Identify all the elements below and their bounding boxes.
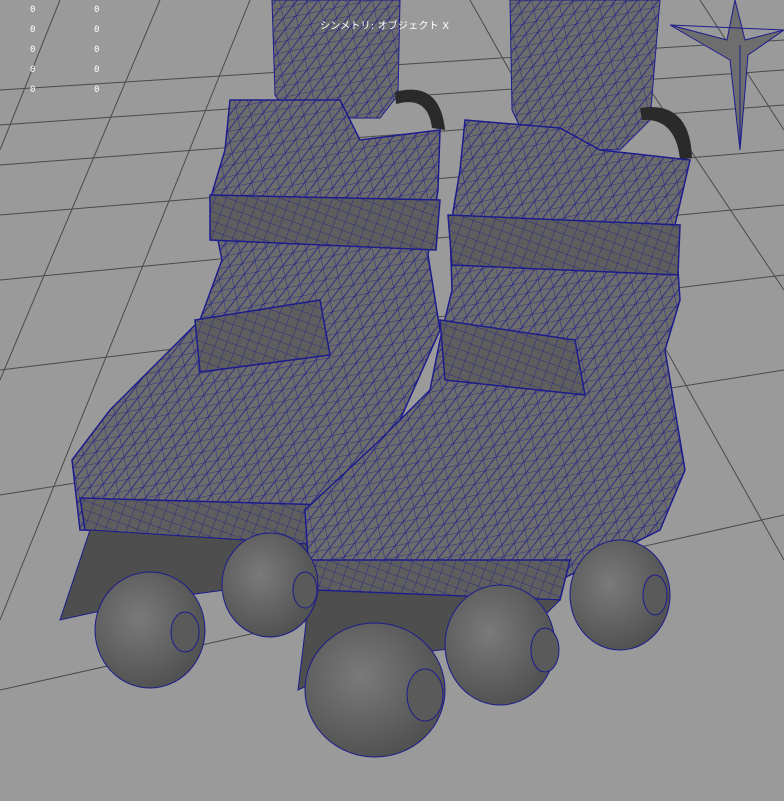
right-strap-loop (640, 107, 692, 160)
hud-value: 0 (94, 25, 100, 35)
3d-viewport[interactable]: 0 0 0 0 0 0 0 0 0 0 シンメトリ: オブジェクト X (0, 0, 784, 801)
hud-value: 0 (30, 25, 36, 35)
hud-value: 0 (94, 5, 100, 15)
hud-row: 0 0 (30, 40, 114, 60)
symmetry-status-label: シンメトリ: オブジェクト X (320, 21, 450, 32)
viewport-scene[interactable] (0, 0, 784, 801)
hud-value: 0 (94, 85, 100, 95)
left-strap-loop (395, 89, 445, 130)
hud-value: 0 (30, 45, 36, 55)
hud-row: 0 0 (30, 60, 114, 80)
hud-stats: 0 0 0 0 0 0 0 0 0 0 (30, 0, 114, 100)
hud-row: 0 0 (30, 20, 114, 40)
hud-value: 0 (94, 65, 100, 75)
star-manipulator-icon[interactable] (669, 0, 784, 151)
hud-value: 0 (30, 5, 36, 15)
hud-value: 0 (94, 45, 100, 55)
hud-row: 0 0 (30, 0, 114, 20)
hud-value: 0 (30, 65, 36, 75)
hud-value: 0 (30, 85, 36, 95)
hud-row: 0 0 (30, 80, 114, 100)
